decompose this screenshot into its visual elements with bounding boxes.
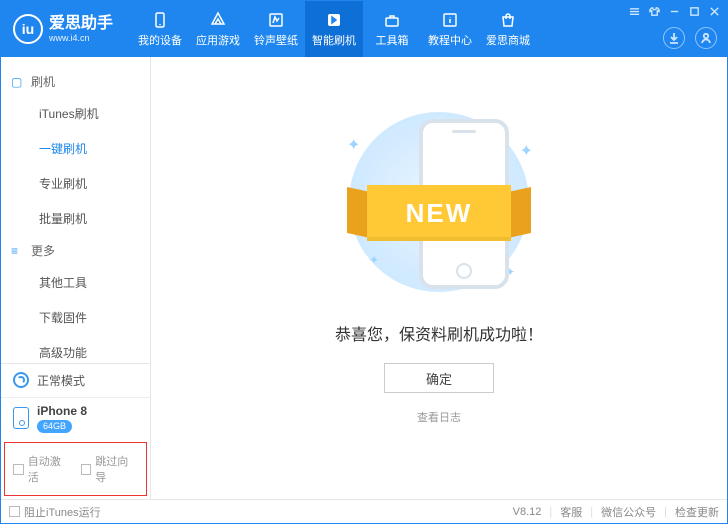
- status-bar: 阻止iTunes运行 V8.12| 客服| 微信公众号| 检查更新: [1, 499, 727, 523]
- sidebar-section: ▢刷机: [1, 67, 150, 96]
- sidebar-section: ≡更多: [1, 236, 150, 265]
- support-link[interactable]: 客服: [560, 504, 582, 520]
- main-tabs: 我的设备应用游戏铃声壁纸智能刷机工具箱教程中心爱思商城: [131, 1, 537, 57]
- tab-tutorial[interactable]: 教程中心: [421, 1, 479, 57]
- success-message: 恭喜您，保资料刷机成功啦！: [335, 321, 543, 345]
- brand-text: 爱思助手 www.i4.cn: [49, 15, 113, 43]
- logo-icon: iu: [13, 14, 43, 44]
- sidebar-list: ▢刷机iTunes刷机一键刷机专业刷机批量刷机≡更多其他工具下载固件高级功能: [1, 57, 150, 363]
- brand-site: www.i4.cn: [49, 33, 113, 43]
- refresh-icon: [13, 372, 29, 388]
- wechat-link[interactable]: 微信公众号: [601, 504, 656, 520]
- sidebar-item-itunes-flash[interactable]: iTunes刷机: [1, 96, 150, 131]
- title-bar: iu 爱思助手 www.i4.cn 我的设备应用游戏铃声壁纸智能刷机工具箱教程中…: [1, 1, 727, 57]
- sidebar-item-other-tools[interactable]: 其他工具: [1, 265, 150, 300]
- flash-icon: ▢: [11, 75, 25, 89]
- ringtones-icon: [267, 11, 285, 29]
- more-icon: ≡: [11, 244, 25, 258]
- games-icon: [209, 11, 227, 29]
- tab-ringtones[interactable]: 铃声壁纸: [247, 1, 305, 57]
- view-log-link[interactable]: 查看日志: [417, 409, 461, 425]
- storage-badge: 64GB: [37, 420, 72, 433]
- flash-options: 自动激活 跳过向导: [4, 442, 147, 496]
- header-actions: [663, 27, 717, 49]
- maximize-icon[interactable]: [687, 4, 701, 18]
- download-button[interactable]: [663, 27, 685, 49]
- sidebar: ▢刷机iTunes刷机一键刷机专业刷机批量刷机≡更多其他工具下载固件高级功能 正…: [1, 57, 151, 499]
- confirm-button[interactable]: 确定: [384, 363, 494, 393]
- device-mode-label: 正常模式: [37, 372, 85, 389]
- devices-icon: [151, 11, 169, 29]
- tab-toolbox[interactable]: 工具箱: [363, 1, 421, 57]
- success-illustration: ✦ ✦ ✦ ✦ NEW: [329, 107, 549, 297]
- toolbox-icon: [383, 11, 401, 29]
- window-controls: [627, 4, 721, 18]
- device-info[interactable]: iPhone 8 64GB: [1, 398, 150, 439]
- brand: iu 爱思助手 www.i4.cn: [1, 14, 123, 44]
- tab-mall[interactable]: 爱思商城: [479, 1, 537, 57]
- sidebar-item-advanced[interactable]: 高级功能: [1, 335, 150, 363]
- brand-title: 爱思助手: [49, 15, 113, 32]
- mall-icon: [499, 11, 517, 29]
- tab-flash[interactable]: 智能刷机: [305, 1, 363, 57]
- check-update-link[interactable]: 检查更新: [675, 504, 719, 520]
- user-button[interactable]: [695, 27, 717, 49]
- device-name: iPhone 8: [37, 404, 87, 418]
- sidebar-bottom: 正常模式 iPhone 8 64GB 自动激活 跳过向导: [1, 363, 150, 499]
- footer-right: V8.12| 客服| 微信公众号| 检查更新: [513, 504, 719, 520]
- sidebar-item-download-fw[interactable]: 下载固件: [1, 300, 150, 335]
- new-ribbon: NEW: [349, 185, 529, 241]
- sidebar-item-batch-flash[interactable]: 批量刷机: [1, 201, 150, 236]
- phone-icon: [13, 407, 29, 429]
- tab-games[interactable]: 应用游戏: [189, 1, 247, 57]
- tutorial-icon: [441, 11, 459, 29]
- tab-devices[interactable]: 我的设备: [131, 1, 189, 57]
- version-label: V8.12: [513, 506, 542, 518]
- auto-activate-checkbox[interactable]: 自动激活: [13, 453, 71, 485]
- sidebar-item-pro-flash[interactable]: 专业刷机: [1, 166, 150, 201]
- skip-setup-checkbox[interactable]: 跳过向导: [81, 453, 139, 485]
- main-content: ✦ ✦ ✦ ✦ NEW 恭喜您，保资料刷机成功啦！ 确定 查看日志: [151, 57, 727, 499]
- app-window: iu 爱思助手 www.i4.cn 我的设备应用游戏铃声壁纸智能刷机工具箱教程中…: [0, 0, 728, 524]
- flash-icon: [325, 11, 343, 29]
- body: ▢刷机iTunes刷机一键刷机专业刷机批量刷机≡更多其他工具下载固件高级功能 正…: [1, 57, 727, 499]
- minimize-icon[interactable]: [667, 4, 681, 18]
- block-itunes-checkbox[interactable]: 阻止iTunes运行: [9, 504, 101, 520]
- menu-icon[interactable]: [627, 4, 641, 18]
- skin-icon[interactable]: [647, 4, 661, 18]
- sidebar-item-oneclick-flash[interactable]: 一键刷机: [1, 131, 150, 166]
- device-mode[interactable]: 正常模式: [1, 364, 150, 398]
- close-icon[interactable]: [707, 4, 721, 18]
